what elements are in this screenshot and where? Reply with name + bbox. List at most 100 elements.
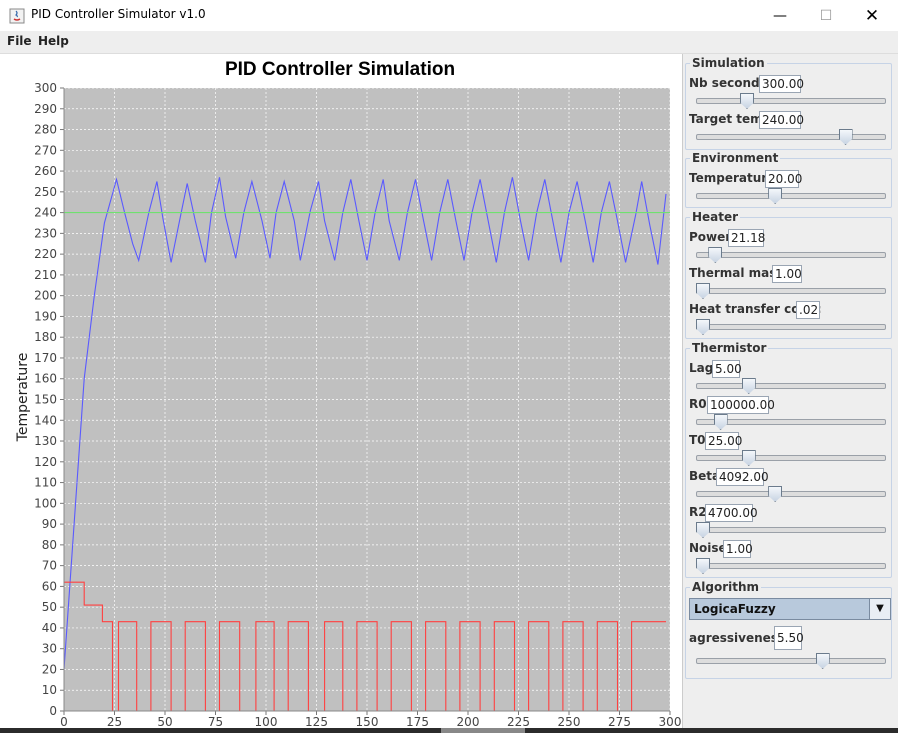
t0-slider[interactable] bbox=[696, 450, 886, 466]
y-tick-label: 60 bbox=[42, 579, 57, 593]
x-tick-label: 75 bbox=[208, 715, 223, 729]
minimize-button[interactable]: — bbox=[757, 0, 803, 31]
heat-transfer-slider[interactable] bbox=[696, 319, 886, 335]
chevron-down-icon[interactable]: ▼ bbox=[869, 599, 890, 619]
r2-field[interactable]: 4700.00 bbox=[705, 504, 758, 522]
y-tick-label: 100 bbox=[34, 496, 57, 510]
nb-seconds-slider[interactable] bbox=[696, 93, 886, 109]
title-bar: PID Controller Simulator v1.0 — ☐ ✕ bbox=[0, 0, 898, 31]
environment-group-title: Environment bbox=[690, 151, 781, 165]
parameters-panel: Simulation Nb seconds: 300.00 Target tem… bbox=[683, 54, 898, 733]
algorithm-select[interactable]: LogicaFuzzy ▼ bbox=[689, 598, 891, 620]
y-tick-label: 300 bbox=[34, 81, 57, 95]
y-tick-label: 240 bbox=[34, 206, 57, 220]
noise-field[interactable]: 1.00 bbox=[723, 540, 753, 558]
r2-slider[interactable] bbox=[696, 522, 886, 538]
lag-slider-thumb[interactable] bbox=[741, 378, 756, 394]
power-slider[interactable] bbox=[696, 247, 886, 263]
y-tick-label: 170 bbox=[34, 351, 57, 365]
heat-transfer-field[interactable]: .02 bbox=[796, 301, 820, 319]
y-tick-label: 200 bbox=[34, 289, 57, 303]
y-tick-label: 160 bbox=[34, 372, 57, 386]
y-tick-label: 270 bbox=[34, 143, 57, 157]
thermistor-group-title: Thermistor bbox=[690, 341, 769, 355]
simulation-group-title: Simulation bbox=[690, 56, 767, 70]
y-tick-label: 150 bbox=[34, 393, 57, 407]
thermal-mass-slider[interactable] bbox=[696, 283, 886, 299]
x-tick-label: 100 bbox=[255, 715, 278, 729]
noise-slider-thumb[interactable] bbox=[696, 558, 710, 574]
x-tick-label: 175 bbox=[406, 715, 429, 729]
target-temp-slider-thumb[interactable] bbox=[838, 129, 853, 145]
y-tick-label: 260 bbox=[34, 164, 57, 178]
simulation-group: Simulation Nb seconds: 300.00 Target tem… bbox=[685, 56, 892, 150]
power-slider-thumb[interactable] bbox=[708, 247, 723, 263]
y-tick-label: 0 bbox=[49, 704, 57, 718]
thermal-mass-slider-thumb[interactable] bbox=[696, 283, 710, 299]
y-tick-label: 230 bbox=[34, 226, 57, 240]
aggressiveness-field[interactable]: 5.50 bbox=[774, 626, 804, 650]
java-app-icon bbox=[9, 8, 25, 24]
thermistor-group: Thermistor Lag: 5.00 R0: 100000.00 T0: 2… bbox=[685, 341, 892, 578]
aggressiveness-slider[interactable] bbox=[696, 653, 886, 669]
algorithm-group-title: Algorithm bbox=[690, 580, 762, 594]
y-tick-label: 20 bbox=[42, 662, 57, 676]
x-tick-label: 275 bbox=[608, 715, 631, 729]
environment-group: Environment Temperature: 20.00 bbox=[685, 151, 892, 208]
y-tick-label: 90 bbox=[42, 517, 57, 531]
y-tick-label: 280 bbox=[34, 123, 57, 137]
thermal-mass-field[interactable]: 1.00 bbox=[772, 265, 802, 283]
temperature-field[interactable]: 20.00 bbox=[765, 170, 802, 188]
r2-slider-thumb[interactable] bbox=[696, 522, 710, 538]
lag-field[interactable]: 5.00 bbox=[712, 360, 742, 378]
x-tick-label: 0 bbox=[60, 715, 68, 729]
x-tick-label: 200 bbox=[457, 715, 480, 729]
heat-transfer-slider-thumb[interactable] bbox=[696, 319, 710, 335]
y-tick-label: 250 bbox=[34, 185, 57, 199]
aggressiveness-slider-thumb[interactable] bbox=[815, 653, 830, 669]
y-tick-label: 10 bbox=[42, 683, 57, 697]
y-tick-label: 70 bbox=[42, 559, 57, 573]
x-tick-label: 300 bbox=[659, 715, 681, 729]
temperature-slider-thumb[interactable] bbox=[768, 188, 783, 204]
taskbar-edge-highlight bbox=[441, 728, 525, 733]
maximize-button[interactable]: ☐ bbox=[803, 0, 849, 31]
t0-slider-thumb[interactable] bbox=[741, 450, 756, 466]
target-temp-field[interactable]: 240.00 bbox=[759, 111, 804, 129]
y-tick-label: 120 bbox=[34, 455, 57, 469]
chart-panel: PID Controller Simulation Temperature 0 1… bbox=[0, 54, 683, 733]
nb-seconds-field[interactable]: 300.00 bbox=[759, 75, 804, 93]
y-tick-label: 50 bbox=[42, 600, 57, 614]
noise-slider[interactable] bbox=[696, 558, 886, 574]
y-tick-label: 210 bbox=[34, 268, 57, 282]
menu-bar: File Help bbox=[0, 31, 898, 54]
r0-slider-thumb[interactable] bbox=[713, 414, 728, 430]
temperature-chart: PID Controller Simulation Temperature 0 1… bbox=[15, 59, 681, 729]
nb-seconds-slider-thumb[interactable] bbox=[740, 93, 754, 109]
y-tick-label: 180 bbox=[34, 330, 57, 344]
y-tick-label: 140 bbox=[34, 413, 57, 427]
menu-help[interactable]: Help bbox=[38, 34, 69, 48]
y-tick-label: 80 bbox=[42, 538, 57, 552]
menu-file[interactable]: File bbox=[7, 34, 32, 48]
y-tick-label: 220 bbox=[34, 247, 57, 261]
r0-slider[interactable] bbox=[696, 414, 886, 430]
target-temp-slider[interactable] bbox=[696, 129, 886, 145]
t0-field[interactable]: 25.00 bbox=[705, 432, 742, 450]
x-tick-label: 50 bbox=[157, 715, 172, 729]
beta-slider[interactable] bbox=[696, 486, 886, 502]
beta-slider-thumb[interactable] bbox=[768, 486, 783, 502]
lag-slider[interactable] bbox=[696, 378, 886, 394]
close-button[interactable]: ✕ bbox=[849, 0, 895, 31]
r0-field[interactable]: 100000.00 bbox=[707, 396, 775, 414]
temperature-slider[interactable] bbox=[696, 188, 886, 204]
power-field[interactable]: 21.18 bbox=[728, 229, 765, 247]
algorithm-selected-value: LogicaFuzzy bbox=[694, 602, 776, 616]
window-title: PID Controller Simulator v1.0 bbox=[31, 7, 206, 21]
x-tick-label: 25 bbox=[107, 715, 122, 729]
x-tick-label: 250 bbox=[558, 715, 581, 729]
beta-field[interactable]: 4092.00 bbox=[716, 468, 769, 486]
x-tick-label: 150 bbox=[356, 715, 379, 729]
y-tick-label: 130 bbox=[34, 434, 57, 448]
y-tick-label: 290 bbox=[34, 102, 57, 116]
